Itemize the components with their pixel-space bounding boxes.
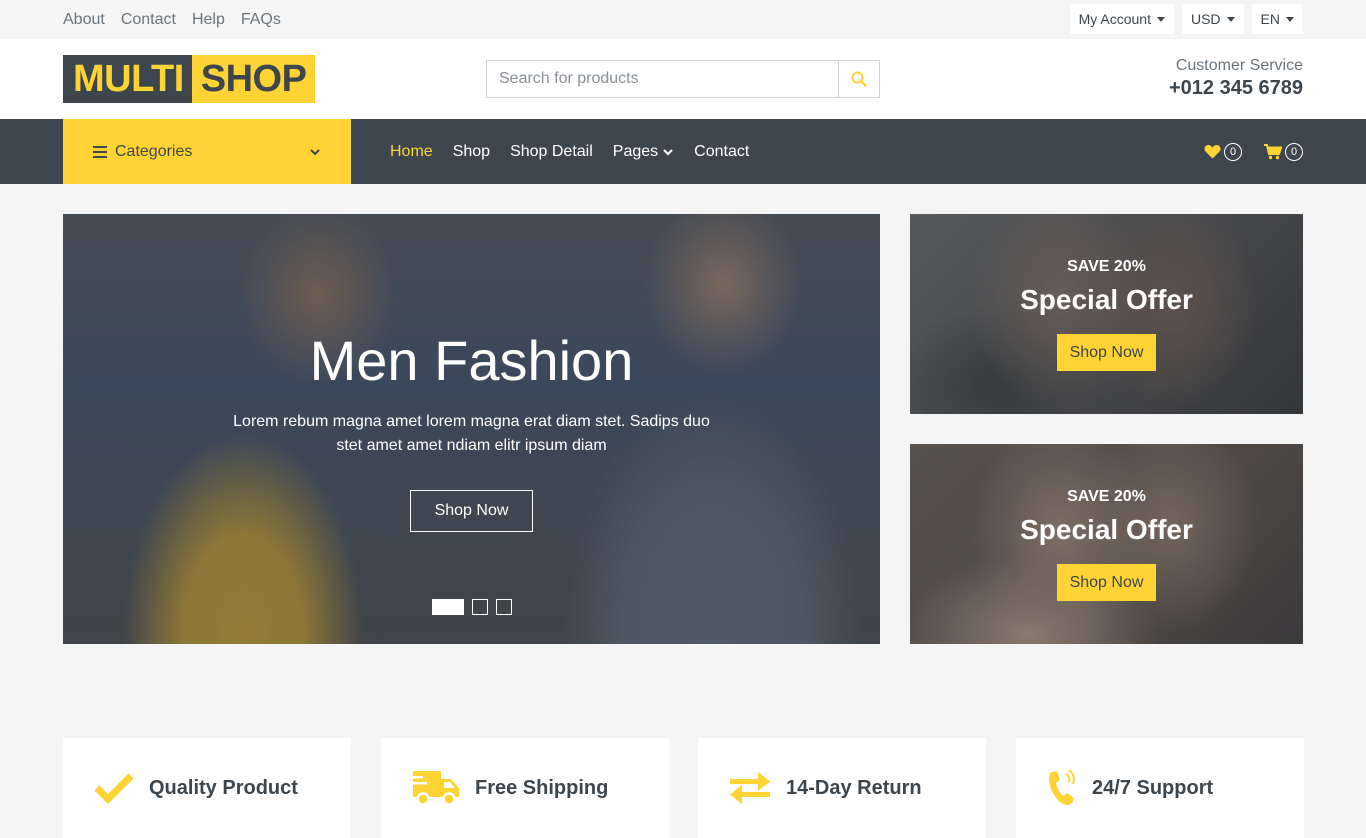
caret-down-icon — [1226, 16, 1235, 22]
customer-service: Customer Service +012 345 6789 — [1169, 57, 1303, 100]
cart-button[interactable]: 0 — [1264, 142, 1303, 161]
nav-item-contact[interactable]: Contact — [694, 143, 749, 161]
nav-item-shop-detail[interactable]: Shop Detail — [510, 143, 593, 161]
feature-24-7-support: 24/7 Support — [1016, 738, 1304, 838]
language-dropdown[interactable]: EN — [1251, 4, 1303, 34]
search-button[interactable] — [838, 61, 879, 97]
header: MULTI SHOP Customer Service +012 345 678… — [0, 39, 1366, 119]
customer-service-label: Customer Service — [1175, 57, 1303, 74]
offer-banner-1: Save 20% Special Offer Shop Now — [910, 214, 1303, 414]
chevron-down-icon — [663, 148, 673, 156]
carousel-indicator-1[interactable] — [432, 599, 464, 615]
offer-save-label: Save 20% — [1067, 258, 1146, 275]
wishlist-button[interactable]: 0 — [1204, 142, 1242, 161]
carousel-indicators — [432, 599, 512, 615]
logo-part-shop: SHOP — [191, 55, 316, 103]
top-links: About Contact Help FAQs — [63, 0, 297, 39]
nav-item-pages[interactable]: Pages — [613, 143, 674, 161]
carousel-indicator-3[interactable] — [496, 599, 512, 615]
language-label: EN — [1260, 11, 1280, 27]
offer-title: Special Offer — [1020, 514, 1193, 545]
feature-label: 24/7 Support — [1092, 776, 1214, 799]
phone-volume-icon — [1049, 769, 1075, 806]
nav-icons: 0 0 — [1204, 119, 1303, 184]
currency-label: USD — [1190, 11, 1221, 27]
check-icon — [94, 773, 134, 804]
top-right-controls: My Account USD EN — [1069, 4, 1303, 34]
offer-1-shop-now-button[interactable]: Shop Now — [1057, 334, 1156, 371]
nav-item-shop[interactable]: Shop — [453, 143, 490, 161]
heart-icon — [1204, 145, 1221, 159]
cart-icon — [1264, 143, 1282, 159]
logo[interactable]: MULTI SHOP — [63, 55, 316, 103]
hero-carousel: Men Fashion Lorem rebum magna amet lorem… — [63, 214, 880, 644]
customer-service-phone: +012 345 6789 — [1168, 77, 1303, 99]
currency-dropdown[interactable]: USD — [1181, 4, 1244, 34]
exchange-icon — [730, 772, 770, 804]
top-link-help[interactable]: Help — [192, 11, 225, 29]
bars-icon — [93, 145, 107, 158]
feature-label: 14-Day Return — [786, 776, 922, 799]
top-link-about[interactable]: About — [63, 11, 105, 29]
search-input[interactable] — [487, 61, 838, 97]
caret-down-icon — [1286, 16, 1294, 22]
my-account-label: My Account — [1078, 11, 1151, 27]
top-bar: About Contact Help FAQs My Account USD E… — [0, 0, 1366, 39]
feature-quality-product: Quality Product — [63, 738, 351, 838]
main-navbar: Categories Home Shop Shop Detail Pages C… — [0, 119, 1366, 184]
nav-item-home[interactable]: Home — [390, 143, 433, 161]
search-bar — [486, 60, 880, 98]
chevron-down-icon — [310, 148, 320, 155]
offer-title: Special Offer — [1020, 284, 1193, 315]
top-link-contact[interactable]: Contact — [121, 11, 176, 29]
categories-toggle[interactable]: Categories — [63, 119, 351, 184]
feature-14-day-return: 14-Day Return — [698, 738, 986, 838]
hero-shop-now-button[interactable]: Shop Now — [410, 490, 533, 532]
categories-label: Categories — [115, 142, 193, 160]
my-account-dropdown[interactable]: My Account — [1069, 4, 1174, 34]
carousel-indicator-2[interactable] — [472, 599, 488, 615]
cart-count-badge: 0 — [1285, 142, 1303, 161]
feature-label: Free Shipping — [475, 776, 609, 799]
hero-text: Lorem rebum magna amet lorem magna erat … — [233, 413, 710, 454]
feature-label: Quality Product — [149, 776, 298, 799]
wishlist-count-badge: 0 — [1224, 142, 1242, 161]
feature-free-shipping: Free Shipping — [381, 738, 669, 838]
top-link-faqs[interactable]: FAQs — [241, 11, 281, 29]
offer-save-label: Save 20% — [1067, 488, 1146, 505]
truck-icon — [411, 771, 459, 806]
logo-part-multi: MULTI — [63, 55, 192, 103]
main-menu: Home Shop Shop Detail Pages Contact — [390, 119, 769, 184]
search-icon — [851, 71, 867, 87]
hero-title: Men Fashion — [309, 329, 634, 392]
offer-banner-2: Save 20% Special Offer Shop Now — [910, 444, 1303, 644]
offer-2-shop-now-button[interactable]: Shop Now — [1057, 564, 1156, 601]
nav-item-pages-label: Pages — [612, 142, 659, 160]
caret-down-icon — [1156, 16, 1165, 22]
